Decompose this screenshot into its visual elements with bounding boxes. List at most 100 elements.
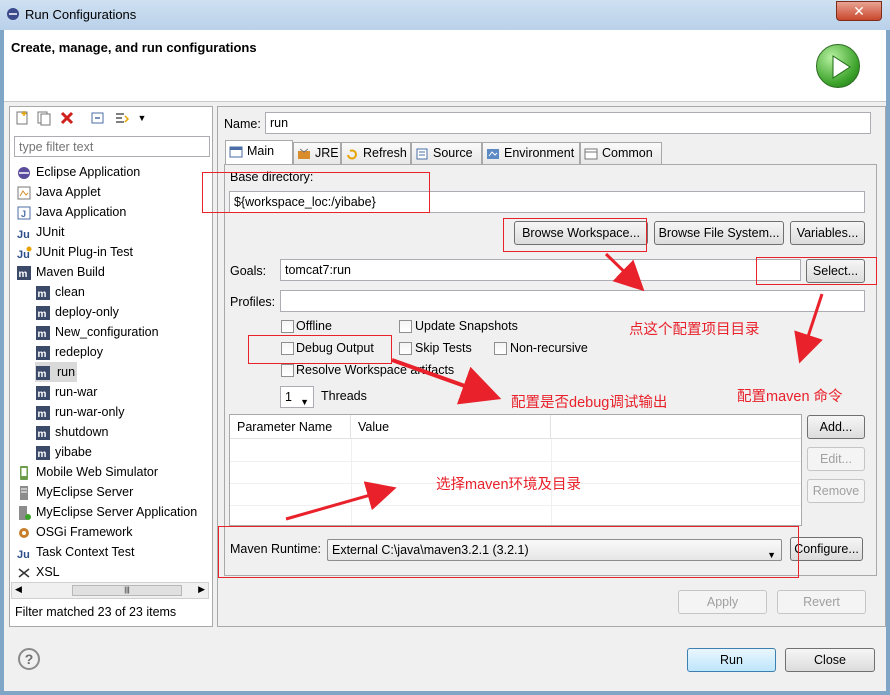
tree-item-label: run-war-only: [55, 405, 125, 419]
svg-text:Ju: Ju: [17, 229, 30, 241]
tab-environment[interactable]: Environment: [482, 142, 580, 164]
tree-item-run-war-only[interactable]: m run-war-only: [35, 402, 124, 422]
tree-item-label: yibabe: [55, 445, 92, 459]
browse-file-system-button[interactable]: Browse File System...: [654, 221, 784, 245]
offline-checkbox[interactable]: [281, 320, 294, 333]
applet-icon: [16, 185, 32, 201]
tree-item-mobile-web-simulator[interactable]: Mobile Web Simulator: [16, 462, 158, 482]
svg-text:J: J: [21, 209, 26, 219]
tree-item-label: MyEclipse Server: [36, 485, 134, 499]
profiles-label: Profiles:: [230, 295, 276, 309]
tree-item-osgi-framework[interactable]: OSGi Framework: [16, 522, 133, 542]
jre-tab-icon: [297, 147, 311, 161]
duplicate-config-icon[interactable]: [36, 110, 52, 126]
goals-input[interactable]: tomcat7:run: [280, 259, 801, 281]
new-config-icon[interactable]: [14, 110, 30, 126]
maven-icon: m: [35, 405, 51, 421]
run-button[interactable]: Run: [687, 648, 776, 672]
tree-item-clean[interactable]: m clean: [35, 282, 85, 302]
close-button[interactable]: Close: [785, 648, 875, 672]
tree-item-run-war[interactable]: m run-war: [35, 382, 97, 402]
edit-parameter-button[interactable]: Edit...: [807, 447, 865, 471]
svg-text:m: m: [38, 349, 47, 360]
maven-icon: m: [35, 365, 51, 381]
tree-item-label: OSGi Framework: [36, 525, 133, 539]
parameter-table[interactable]: Parameter Name Value: [229, 414, 802, 526]
table-column-divider: [351, 439, 352, 525]
tab-common[interactable]: Common: [580, 142, 662, 164]
eclipse-icon: [16, 165, 32, 181]
tree-item-maven-build[interactable]: m Maven Build: [16, 262, 105, 282]
collapse-all-icon[interactable]: [90, 110, 106, 126]
filter-config-icon[interactable]: [114, 110, 130, 126]
revert-button[interactable]: Revert: [777, 590, 866, 614]
tree-item-eclipse-application[interactable]: Eclipse Application: [16, 162, 140, 182]
delete-config-icon[interactable]: [59, 110, 75, 126]
non-recursive-checkbox[interactable]: [494, 342, 507, 355]
tree-item-task-context-test[interactable]: Ju Task Context Test: [16, 542, 134, 562]
tree-item-label: Task Context Test: [36, 545, 135, 559]
maven-icon: m: [35, 345, 51, 361]
profiles-input[interactable]: [280, 290, 865, 312]
tree-item-label: Eclipse Application: [36, 165, 141, 179]
svg-text:m: m: [38, 329, 47, 340]
common-tab-icon: [584, 147, 598, 161]
tree-item-label: JUnit: [36, 225, 65, 239]
svg-text:m: m: [38, 309, 47, 320]
tree-item-yibabe[interactable]: m yibabe: [35, 442, 92, 462]
maven-runtime-highlight: [218, 526, 799, 578]
remove-parameter-button[interactable]: Remove: [807, 479, 865, 503]
variables-button[interactable]: Variables...: [790, 221, 865, 245]
threads-select[interactable]: 1 ▼: [280, 386, 314, 408]
tree-item-myeclipse-server-application[interactable]: MyEclipse Server Application: [16, 502, 197, 522]
svg-text:m: m: [38, 409, 47, 420]
tree-item-label: Maven Build: [36, 265, 105, 279]
apply-button[interactable]: Apply: [678, 590, 767, 614]
task-icon: Ju: [16, 545, 32, 561]
window-close-button[interactable]: ✕: [836, 1, 882, 21]
tab-refresh[interactable]: Refresh: [341, 142, 411, 164]
tree-item-deploy-only[interactable]: m deploy-only: [35, 302, 119, 322]
tree-item-label: Java Application: [36, 205, 127, 219]
non-recursive-label: Non-recursive: [510, 341, 588, 355]
tab-source[interactable]: Source: [411, 142, 482, 164]
maven-icon: m: [35, 285, 51, 301]
resolve-workspace-checkbox[interactable]: [281, 364, 294, 377]
tree-item-junit[interactable]: Ju JUnit: [16, 222, 64, 242]
tree-item-myeclipse-server[interactable]: MyEclipse Server: [16, 482, 133, 502]
configure-runtime-button[interactable]: Configure...: [790, 537, 863, 561]
tree-item-java-applet[interactable]: Java Applet: [16, 182, 101, 202]
add-parameter-button[interactable]: Add...: [807, 415, 865, 439]
name-input[interactable]: run: [265, 112, 871, 134]
table-row-divider: [230, 505, 801, 506]
tree-item-redeploy[interactable]: m redeploy: [35, 342, 103, 362]
main-tab-icon: [229, 145, 243, 159]
base-directory-highlight: [202, 172, 430, 213]
annotation-maven-command: 配置maven 命令: [737, 389, 843, 405]
tree-item-run[interactable]: m run: [35, 362, 78, 382]
tree-item-xsl[interactable]: XSL: [16, 562, 60, 582]
param-value-header[interactable]: Value: [351, 415, 551, 439]
java-app-icon: J: [16, 205, 32, 221]
offline-label: Offline: [296, 319, 332, 333]
tree-horizontal-scrollbar[interactable]: ◀ ||| ▶: [11, 582, 209, 599]
tree-item-java-application[interactable]: J Java Application: [16, 202, 126, 222]
threads-chevron-down-icon: ▼: [300, 397, 309, 407]
skip-tests-checkbox[interactable]: [399, 342, 412, 355]
table-row-divider: [230, 461, 801, 462]
tree-item-shutdown[interactable]: m shutdown: [35, 422, 109, 442]
help-icon[interactable]: ?: [18, 648, 40, 670]
tab-main[interactable]: Main: [225, 140, 293, 164]
name-label: Name:: [224, 117, 261, 131]
tab-jre[interactable]: JRE: [293, 142, 341, 164]
param-name-header[interactable]: Parameter Name: [230, 415, 351, 439]
tree-item-label: New_configuration: [55, 325, 159, 339]
server-icon: [16, 485, 32, 501]
tree-item-junit-plug-in-test[interactable]: Ju JUnit Plug-in Test: [16, 242, 133, 262]
tree-item-label: run: [57, 365, 76, 379]
filter-input[interactable]: [14, 136, 210, 157]
tree-item-new-configuration[interactable]: m New_configuration: [35, 322, 159, 342]
view-menu-chevron-down-icon[interactable]: ▼: [134, 110, 150, 126]
debug-output-highlight: [248, 335, 392, 364]
update-snapshots-checkbox[interactable]: [399, 320, 412, 333]
